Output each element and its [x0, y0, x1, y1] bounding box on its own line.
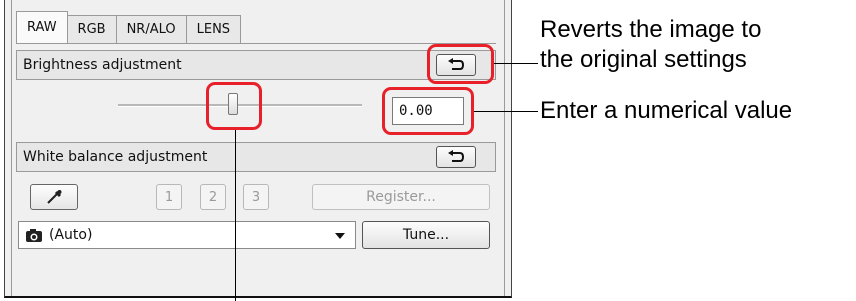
white-balance-reset-button[interactable] — [436, 146, 476, 168]
slider-leader-line — [235, 130, 236, 301]
numeric-callout: Enter a numerical value — [540, 97, 793, 124]
white-balance-selected: (Auto) — [49, 227, 93, 243]
value-leader-line — [474, 111, 538, 112]
tune-button[interactable]: Tune... — [362, 221, 490, 249]
eyedropper-button[interactable] — [30, 184, 78, 210]
white-balance-select[interactable]: (Auto) — [18, 221, 356, 249]
tab-rgb[interactable]: RGB — [66, 15, 117, 43]
white-balance-header: White balance adjustment — [16, 142, 496, 172]
tab-bar: RAW RGB NR/ALO LENS — [16, 11, 242, 43]
slider-highlight — [206, 82, 262, 130]
white-balance-title: White balance adjustment — [23, 149, 208, 165]
reset-callout-line1: Reverts the image to — [540, 16, 762, 43]
reset-callout-line2: the original settings — [540, 46, 747, 73]
reset-leader-line — [494, 63, 538, 64]
brightness-title: Brightness adjustment — [23, 57, 182, 73]
reset-highlight — [427, 44, 494, 84]
eyedropper-icon — [47, 190, 62, 204]
tab-raw[interactable]: RAW — [16, 11, 68, 43]
tab-nr-alo[interactable]: NR/ALO — [115, 15, 187, 43]
value-highlight — [382, 87, 474, 135]
chevron-down-icon — [335, 233, 345, 239]
tune-label: Tune... — [402, 227, 450, 243]
preset-3-button[interactable]: 3 — [243, 184, 269, 210]
tab-divider — [16, 43, 496, 44]
reset-callout: Reverts the image to the original settin… — [540, 15, 761, 75]
brightness-header: Brightness adjustment — [16, 50, 496, 80]
preset-1-button[interactable]: 1 — [156, 184, 182, 210]
tab-lens[interactable]: LENS — [185, 15, 242, 43]
preset-2-button[interactable]: 2 — [200, 184, 226, 210]
register-button[interactable]: Register... — [312, 184, 490, 210]
register-label: Register... — [366, 189, 436, 205]
camera-icon — [26, 228, 42, 242]
reset-arrow-icon — [448, 150, 465, 162]
